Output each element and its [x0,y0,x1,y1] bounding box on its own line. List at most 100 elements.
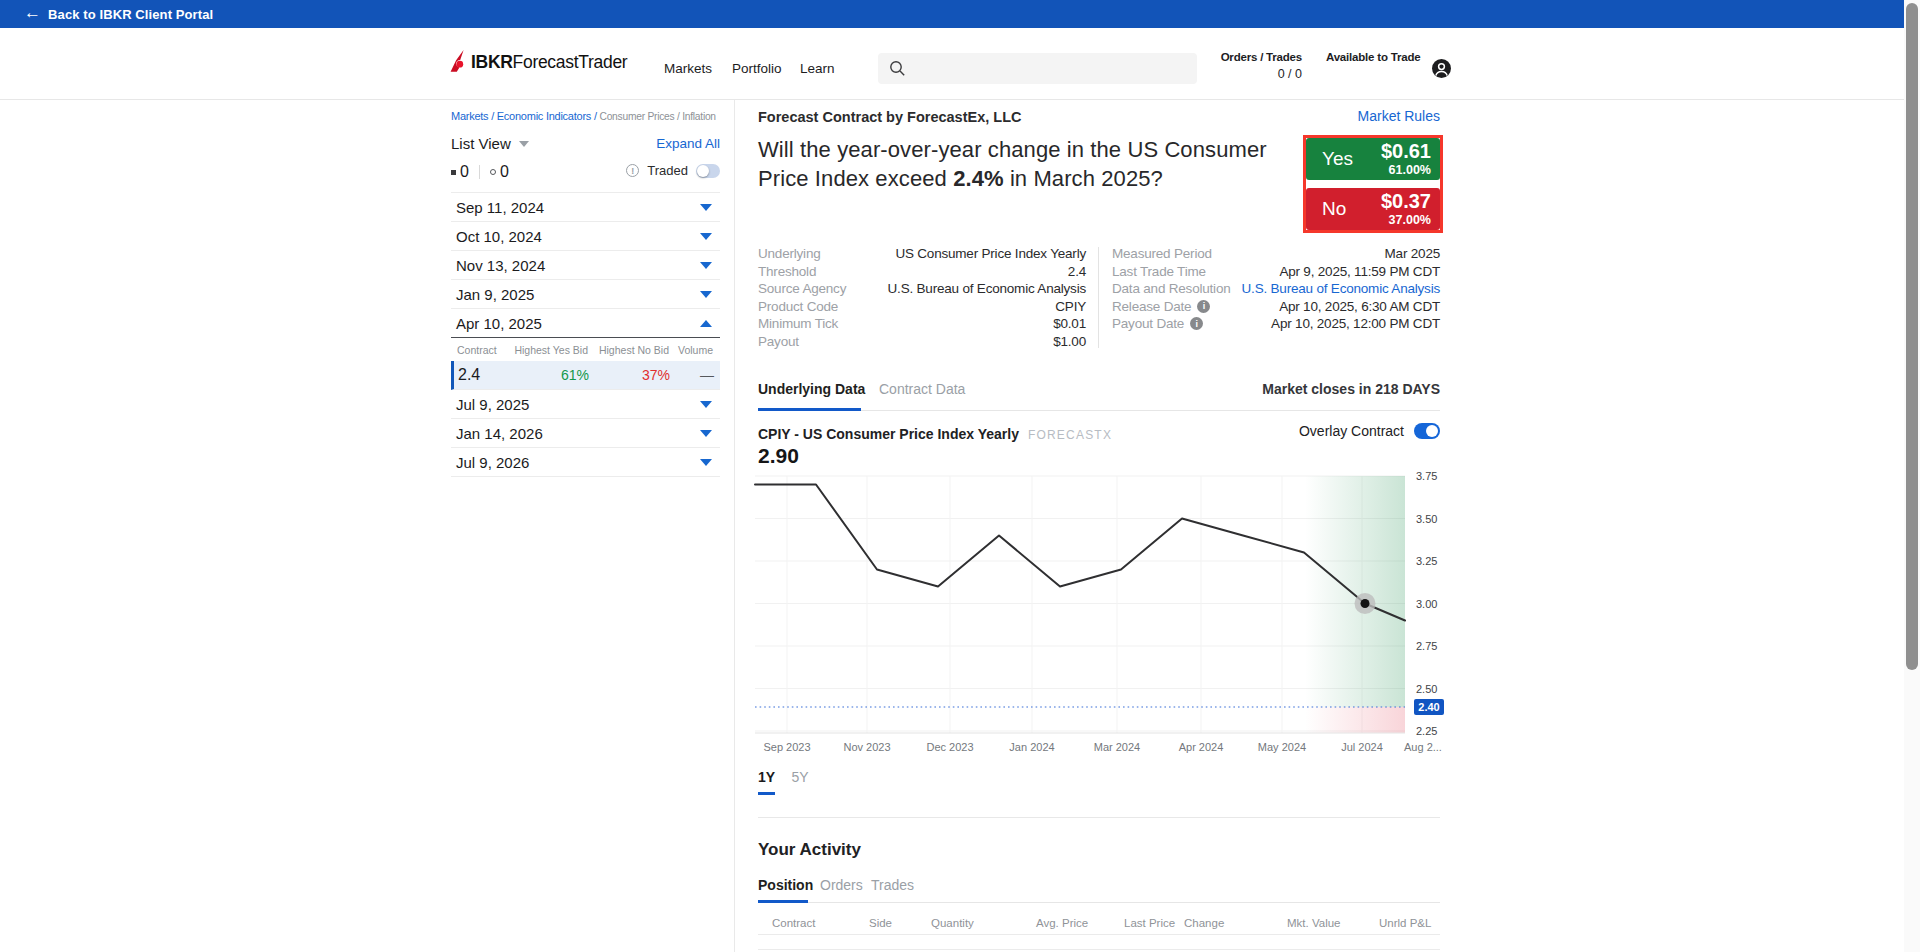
client-portal-banner: ← Back to IBKR Client Portal [0,0,1904,28]
nav-portfolio[interactable]: Portfolio [732,61,782,76]
list-view-dropdown[interactable]: List View [451,135,529,152]
market-rules-link[interactable]: Market Rules [1358,108,1440,124]
search-bar[interactable] [878,53,1197,84]
contract-row-2-4-selected[interactable]: 2.4 61% 37% — [451,361,720,390]
detail-last-trade-time: Last Trade TimeApr 9, 2025, 11:59 PM CDT [1112,263,1440,281]
expiry-row-jan-14-2026[interactable]: Jan 14, 2026 [451,419,720,448]
highest-yes-bid: 61% [561,367,589,383]
yes-button[interactable]: Yes $0.61 61.00% [1306,138,1440,180]
chevron-down-icon [700,459,712,466]
data-resolution-link[interactable]: U.S. Bureau of Economic Analysis [1242,281,1440,296]
svg-text:Apr 2024: Apr 2024 [1179,741,1224,753]
back-arrow-icon: ← [24,3,41,23]
active-tab-underline [758,408,861,411]
threshold-badge: 2.40 [1414,699,1444,715]
svg-text:2.50: 2.50 [1416,683,1437,695]
breadcrumb-links[interactable]: Markets / Economic Indicators / [451,110,597,122]
range-5y-button[interactable]: 5Y [792,769,809,785]
col-highest-yes-bid: Highest Yes Bid [514,344,588,356]
col-last-price: Last Price [1124,917,1175,929]
expiry-row-sep-11-2024[interactable]: Sep 11, 2024 [451,193,720,222]
yes-zone-gradient [1305,476,1405,707]
svg-text:2.25: 2.25 [1416,725,1437,737]
svg-text:Aug 2...: Aug 2... [1404,741,1442,753]
expiry-date-label: Nov 13, 2024 [451,257,545,274]
brand-logo[interactable]: IBKRForecastTrader [450,49,670,75]
yes-label: Yes [1322,148,1353,170]
overlay-contract-toggle[interactable] [1414,423,1440,439]
filled-marker-icon [451,170,456,175]
page-scrollbar-thumb[interactable] [1906,3,1918,670]
expiry-date-label: Sep 11, 2024 [451,199,544,216]
expiry-row-oct-10-2024[interactable]: Oct 10, 2024 [451,222,720,251]
expiry-row-nov-13-2024[interactable]: Nov 13, 2024 [451,251,720,280]
no-button[interactable]: No $0.37 37.00% [1306,188,1440,230]
count-divider [479,165,480,179]
tab-contract-data[interactable]: Contract Data [879,381,965,397]
orders-trades-stat: Orders / Trades 0 / 0 [1202,51,1302,81]
expiry-date-label: Apr 10, 2025 [451,315,542,332]
expiry-row-jul-9-2026[interactable]: Jul 9, 2026 [451,448,720,477]
svg-text:3.25: 3.25 [1416,555,1437,567]
tab-trades[interactable]: Trades [871,877,914,893]
col-mkt-value: Mkt. Value [1287,917,1340,929]
market-closes-countdown: Market closes in 218 DAYS [1262,381,1440,397]
expiry-date-label: Jul 9, 2026 [451,454,529,471]
tab-position[interactable]: Position [758,877,813,893]
traded-info-icon[interactable]: ! [626,164,639,177]
list-view-label: List View [451,135,511,152]
back-label: Back to IBKR Client Portal [48,7,213,22]
tab-underlying-data[interactable]: Underlying Data [758,381,865,397]
svg-text:Nov 2023: Nov 2023 [843,741,890,753]
traded-toggle[interactable] [696,164,720,178]
yes-no-highlight-box: Yes $0.61 61.00% No $0.37 37.00% [1303,135,1443,233]
chevron-down-icon [700,233,712,240]
sidebar-main-divider [734,100,735,952]
svg-text:3.50: 3.50 [1416,513,1437,525]
release-date-info-icon[interactable]: i [1197,300,1210,313]
available-to-trade-stat: Available to Trade [1326,51,1404,63]
expiry-row-jul-9-2025[interactable]: Jul 9, 2025 [451,390,720,419]
available-to-trade-label: Available to Trade [1326,51,1404,63]
section-divider [758,817,1440,818]
no-percent: 37.00% [1381,214,1431,227]
svg-text:Mar 2024: Mar 2024 [1094,741,1140,753]
your-activity-title: Your Activity [758,840,861,860]
tab-orders[interactable]: Orders [820,877,863,893]
account-avatar[interactable] [1432,59,1451,78]
back-to-client-portal-link[interactable]: ← Back to IBKR Client Portal [24,4,213,24]
underlying-price-chart[interactable]: 3.75 3.50 3.25 3.00 2.75 2.50 2.25 2.40 … [750,468,1444,758]
nav-learn[interactable]: Learn [800,61,835,76]
breadcrumb-current: Consumer Prices / Inflation [600,111,716,122]
volume: — [700,367,714,383]
open-marker-icon [490,169,496,175]
position-table-header: Contract Side Quantity Avg. Price Last P… [758,913,1440,935]
yes-percent: 61.00% [1381,164,1431,177]
payout-date-info-icon[interactable]: i [1190,317,1203,330]
data-tabs: Underlying Data Contract Data Market clo… [758,379,1440,411]
brand-name: IBKRForecastTrader [471,52,627,73]
expiry-date-label: Jul 9, 2025 [451,396,529,413]
col-contract: Contract [772,917,815,929]
ibkr-forecast-trader-page: ← Back to IBKR Client Portal IBKRForecas… [0,0,1920,952]
svg-text:2.40: 2.40 [1418,701,1439,713]
nav-markets[interactable]: Markets [664,61,712,76]
chevron-down-icon [700,291,712,298]
no-zone-gradient [1305,707,1405,733]
market-question: Will the year-over-year change in the US… [758,136,1298,193]
activity-tabs: Position Orders Trades [758,877,1440,903]
expiry-row-apr-10-2025-expanded[interactable]: Apr 10, 2025 [451,309,720,338]
range-1y-button[interactable]: 1Y [758,769,775,795]
detail-product-code: Product CodeCPIY [758,298,1086,316]
chart-range-switch: 1Y 5Y [758,768,821,795]
expiry-date-label: Jan 14, 2026 [451,425,543,442]
svg-text:2.75: 2.75 [1416,640,1437,652]
search-input[interactable] [912,61,1182,77]
detail-source-agency: Source AgencyU.S. Bureau of Economic Ana… [758,280,1086,298]
expiry-row-jan-9-2025[interactable]: Jan 9, 2025 [451,280,720,309]
expand-all-link[interactable]: Expand All [656,136,720,151]
col-side: Side [869,917,892,929]
x-axis-labels: Sep 2023 Nov 2023 Dec 2023 Jan 2024 Mar … [763,741,1441,753]
detail-threshold: Threshold2.4 [758,263,1086,281]
svg-text:3.75: 3.75 [1416,470,1437,482]
